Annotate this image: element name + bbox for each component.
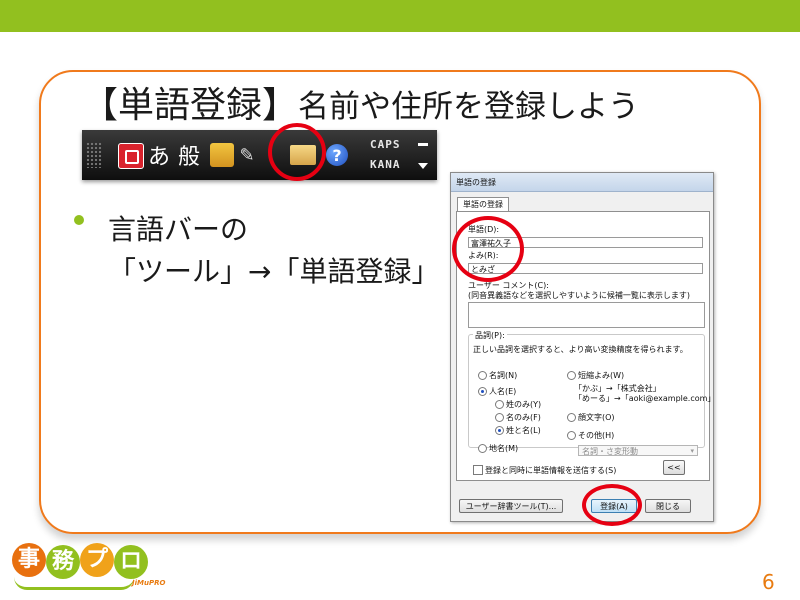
close-button[interactable]: 閉じる bbox=[645, 499, 691, 513]
radio-emoticon[interactable] bbox=[567, 413, 576, 422]
pos-hint: 正しい品詞を選択すると、より高い変換精度を得られます。 bbox=[473, 345, 688, 354]
comment-input[interactable] bbox=[468, 302, 705, 328]
logo-char-3: プ bbox=[80, 543, 114, 577]
logo-tagline: JiMuPRO bbox=[132, 579, 166, 587]
logo-char-4: ロ bbox=[114, 545, 148, 579]
dialog-title: 単語の登録 bbox=[456, 178, 496, 187]
send-info-checkbox[interactable] bbox=[473, 465, 483, 475]
expand-button[interactable]: << bbox=[663, 460, 685, 475]
radio-givenname-label: 名のみ(F) bbox=[506, 413, 541, 422]
title-subtitle: 名前や住所を登録しよう bbox=[298, 89, 640, 125]
options-arrow-icon[interactable] bbox=[418, 163, 428, 169]
radio-givenname[interactable] bbox=[495, 413, 504, 422]
logo-char-1: 事 bbox=[12, 543, 46, 577]
minimize-icon[interactable] bbox=[418, 143, 428, 146]
help-icon[interactable]: ? bbox=[326, 144, 348, 166]
radio-noun[interactable] bbox=[478, 371, 487, 380]
user-dictionary-tool-button[interactable]: ユーザー辞書ツール(T)... bbox=[459, 499, 563, 513]
comment-hint: (同音異義語などを選択しやすいように候補一覧に表示します) bbox=[468, 291, 690, 300]
radio-other[interactable] bbox=[567, 431, 576, 440]
radio-person-label: 人名(E) bbox=[489, 387, 517, 396]
ime-pad-icon[interactable] bbox=[118, 143, 144, 169]
bullet-dot bbox=[74, 215, 84, 225]
tool-highlight-circle bbox=[268, 123, 326, 181]
radio-place[interactable] bbox=[478, 444, 487, 453]
radio-fullname-label: 姓と名(L) bbox=[506, 426, 541, 435]
language-bar: あ 般 ✎ ? CAPS KANA bbox=[82, 130, 437, 180]
register-button-highlight-circle bbox=[582, 484, 642, 526]
radio-surname-label: 姓のみ(Y) bbox=[506, 400, 542, 409]
pen-icon[interactable]: ✎ bbox=[238, 143, 256, 167]
bullet-text-line2: 「ツール」→「単語登録」 bbox=[108, 255, 440, 288]
radio-person[interactable] bbox=[478, 387, 487, 396]
short-example-2: 「めーる」→「aoki@example.com」 bbox=[574, 394, 716, 403]
top-accent-bar bbox=[0, 0, 800, 32]
send-info-label: 登録と同時に単語情報を送信する(S) bbox=[485, 466, 617, 475]
tab-word-register[interactable]: 単語の登録 bbox=[457, 197, 509, 212]
logo-char-2: 務 bbox=[46, 545, 80, 579]
radio-short-reading[interactable] bbox=[567, 371, 576, 380]
logo-swoosh bbox=[14, 577, 134, 590]
jimupro-logo: 事 務 プ ロ JiMuPRO bbox=[10, 543, 170, 595]
radio-emoticon-label: 顔文字(O) bbox=[578, 413, 615, 422]
radio-noun-label: 名詞(N) bbox=[489, 371, 518, 380]
dictionary-mode-icon[interactable]: 般 bbox=[174, 143, 204, 170]
conversion-mode-icon[interactable] bbox=[210, 143, 234, 167]
dialog-titlebar[interactable]: 単語の登録 bbox=[451, 173, 713, 192]
word-reading-highlight-circle bbox=[452, 216, 524, 282]
page-number: 6 bbox=[762, 570, 775, 594]
radio-surname[interactable] bbox=[495, 400, 504, 409]
radio-fullname[interactable] bbox=[495, 426, 504, 435]
other-pos-select[interactable]: 名詞・さ変形動 bbox=[578, 445, 698, 457]
kana-indicator: KANA bbox=[370, 158, 401, 171]
radio-other-label: その他(H) bbox=[578, 431, 615, 440]
caps-indicator: CAPS bbox=[370, 138, 401, 151]
bullet-text-line1: 言語バーの bbox=[108, 213, 249, 246]
radio-short-reading-label: 短縮よみ(W) bbox=[578, 371, 625, 380]
radio-place-label: 地名(M) bbox=[489, 444, 519, 453]
ime-mode-icon[interactable]: あ bbox=[146, 143, 172, 170]
title-bracket-label: 【単語登録】 bbox=[82, 85, 299, 126]
grip-handle-icon[interactable] bbox=[86, 142, 102, 168]
pos-label: 品詞(P): bbox=[473, 330, 507, 341]
slide-title: 【単語登録】名前や住所を登録しよう bbox=[82, 76, 639, 128]
